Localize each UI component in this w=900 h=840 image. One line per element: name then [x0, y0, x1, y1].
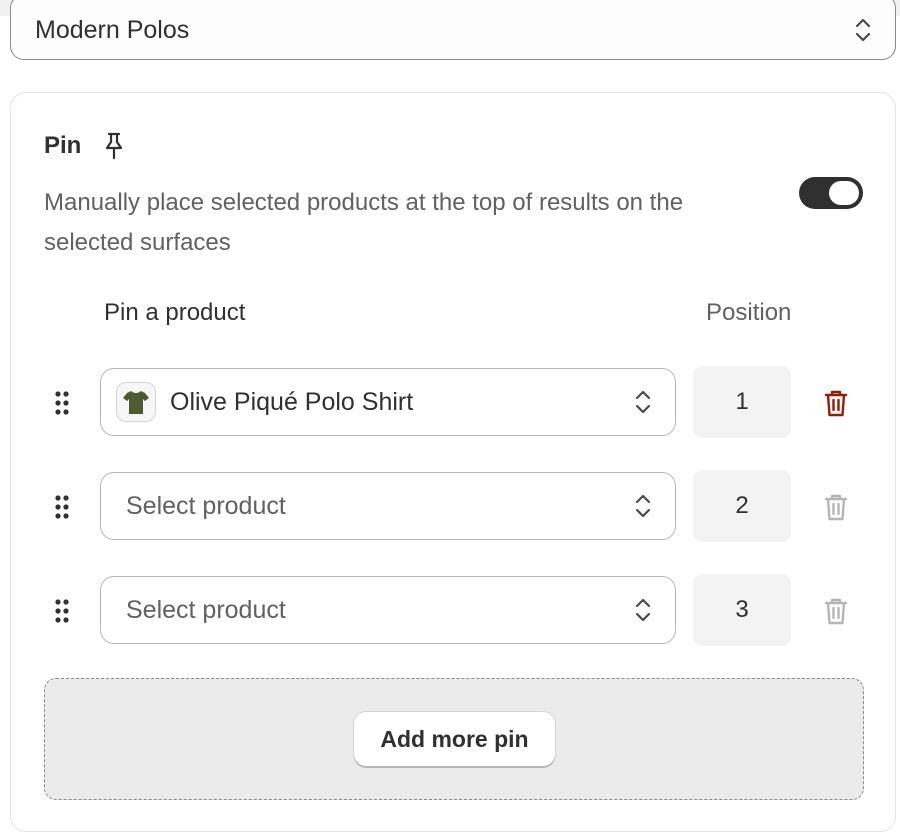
- drag-handle-icon[interactable]: [52, 598, 72, 624]
- pin-row: Select product 2: [11, 470, 897, 542]
- collection-select-value: Modern Polos: [35, 15, 190, 44]
- pin-row: Select product 3: [11, 574, 897, 646]
- pin-icon: [106, 132, 123, 160]
- pin-description: Manually place selected products at the …: [44, 189, 684, 256]
- trash-icon[interactable]: [823, 388, 849, 418]
- trash-icon: [824, 598, 848, 625]
- chevron-up-down-icon: [635, 494, 651, 518]
- chevron-up-down-icon: [855, 18, 871, 42]
- product-select[interactable]: Select product: [100, 472, 676, 540]
- drag-handle-icon[interactable]: [52, 390, 72, 416]
- pin-card: Pin Manually place selected products at …: [10, 92, 896, 832]
- trash-icon: [824, 494, 848, 521]
- column-header-position: Position: [706, 299, 792, 326]
- pin-title: Pin: [44, 132, 82, 159]
- add-more-pin-button[interactable]: Add more pin: [354, 712, 555, 766]
- toggle-knob: [829, 181, 859, 205]
- position-field[interactable]: 3: [693, 574, 791, 646]
- product-thumbnail: [116, 382, 156, 422]
- product-select-placeholder: Select product: [126, 595, 286, 624]
- product-select[interactable]: Olive Piqué Polo Shirt: [100, 368, 676, 436]
- add-pin-dropzone: Add more pin: [44, 678, 864, 800]
- pin-toggle[interactable]: [799, 177, 863, 209]
- chevron-up-down-icon: [635, 390, 651, 414]
- product-select-label: Olive Piqué Polo Shirt: [170, 387, 414, 416]
- position-field[interactable]: 1: [693, 366, 791, 438]
- product-select-placeholder: Select product: [126, 491, 286, 520]
- page: Modern Polos Pin Manually place selected…: [0, 0, 900, 840]
- product-select[interactable]: Select product: [100, 576, 676, 644]
- pin-heading: Pin: [44, 131, 127, 161]
- drag-handle-icon[interactable]: [52, 494, 72, 520]
- collection-select[interactable]: Modern Polos: [10, 0, 896, 60]
- shirt-icon: [123, 391, 149, 414]
- position-field[interactable]: 2: [693, 470, 791, 542]
- pin-row: Olive Piqué Polo Shirt 1: [11, 366, 897, 438]
- column-header-product: Pin a product: [104, 299, 246, 326]
- chevron-up-down-icon: [635, 598, 651, 622]
